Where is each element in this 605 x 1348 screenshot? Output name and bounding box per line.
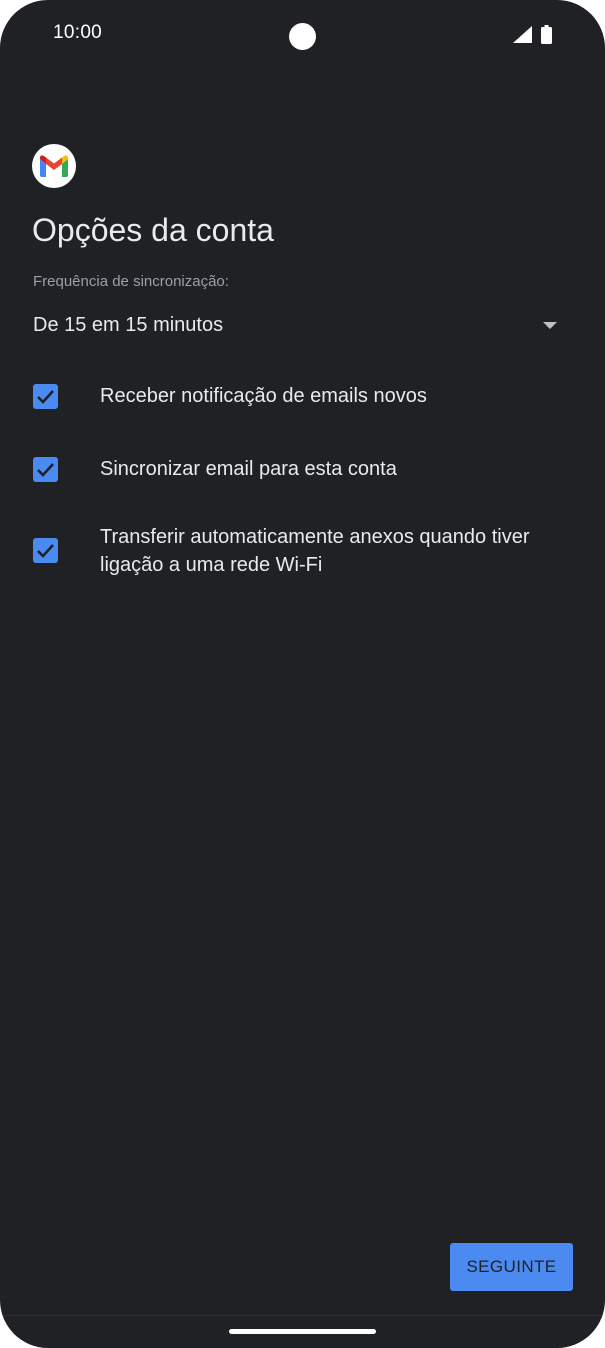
checkbox-sync-email[interactable] <box>33 457 58 482</box>
check-icon <box>37 544 54 558</box>
option-label: Receber notificação de emails novos <box>100 385 427 407</box>
check-icon <box>37 463 54 477</box>
front-camera <box>289 23 316 50</box>
checkbox-auto-download-attachments[interactable] <box>33 538 58 563</box>
sync-frequency-label: Frequência de sincronização: <box>33 273 229 290</box>
cellular-signal-icon <box>513 26 532 43</box>
status-time: 10:00 <box>53 22 103 43</box>
option-label: Sincronizar email para esta conta <box>100 458 397 480</box>
check-icon <box>37 390 54 404</box>
dropdown-caret-icon <box>543 322 557 329</box>
option-new-email-notification[interactable]: Receber notificação de emails novos <box>33 382 578 412</box>
option-label: Transferir automaticamente anexos quando… <box>100 526 530 576</box>
home-gesture-bar[interactable] <box>229 1329 376 1334</box>
checkbox-new-email-notification[interactable] <box>33 384 58 409</box>
option-sync-email[interactable]: Sincronizar email para esta conta <box>33 455 578 485</box>
phone-screen: 10:00 Opções da conta Frequência de sinc… <box>0 0 605 1348</box>
nav-divider <box>0 1315 605 1316</box>
gmail-logo-icon <box>32 144 76 188</box>
option-auto-download-attachments[interactable]: Transferir automaticamente anexos quando… <box>33 523 578 581</box>
next-button[interactable]: SEGUINTE <box>450 1243 573 1291</box>
battery-icon <box>541 25 552 44</box>
page-title: Opções da conta <box>32 212 274 248</box>
sync-frequency-value: De 15 em 15 minutos <box>33 314 224 336</box>
sync-frequency-dropdown[interactable]: De 15 em 15 minutos <box>33 306 565 346</box>
